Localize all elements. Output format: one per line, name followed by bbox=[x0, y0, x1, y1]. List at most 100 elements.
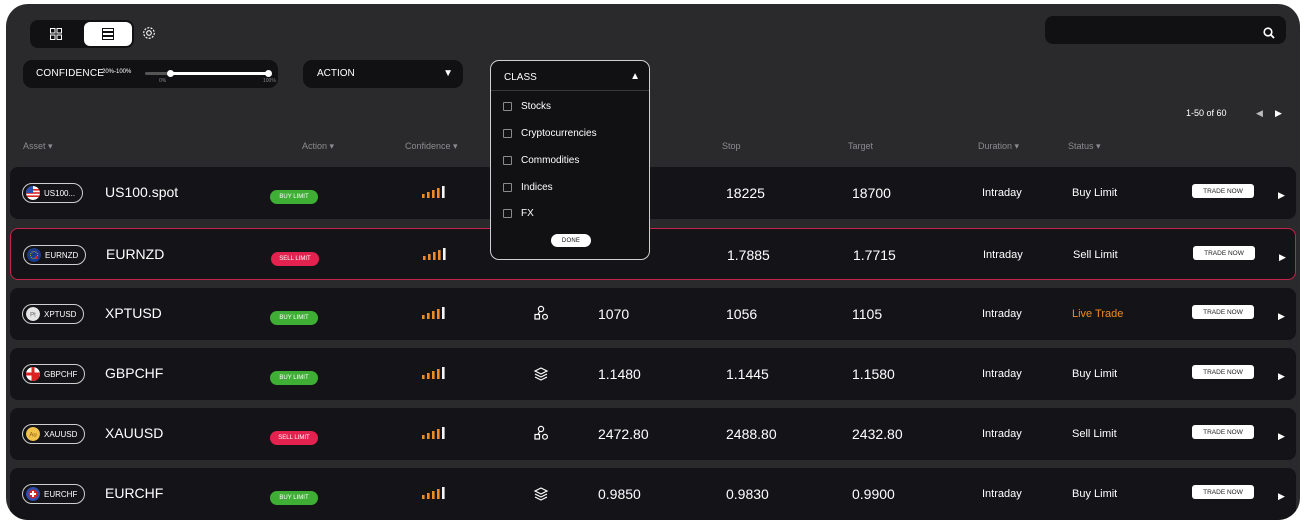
entry-value: 2472.80 bbox=[598, 426, 649, 442]
asset-name: XAUUSD bbox=[105, 425, 164, 441]
slider-min-label: 0% bbox=[159, 78, 167, 84]
status-value: Sell Limit bbox=[1072, 428, 1117, 440]
trade-now-button[interactable]: TRADE NOW bbox=[1193, 246, 1255, 260]
asset-chip[interactable]: EURNZD bbox=[23, 245, 87, 265]
confidence-slider-max-handle[interactable] bbox=[265, 70, 272, 77]
expand-arrow-icon[interactable]: ▶ bbox=[1278, 431, 1285, 442]
status-value: Buy Limit bbox=[1072, 488, 1118, 500]
checkbox[interactable] bbox=[503, 101, 512, 111]
checkbox[interactable] bbox=[503, 155, 512, 165]
option-label: FX bbox=[521, 207, 534, 219]
trade-now-button[interactable]: TRADE NOW bbox=[1192, 485, 1254, 499]
header-target[interactable]: Target bbox=[848, 141, 873, 151]
confidence-slider[interactable] bbox=[145, 70, 272, 77]
confidence-bars-icon bbox=[422, 487, 445, 499]
expand-arrow-icon[interactable]: ▶ bbox=[1278, 190, 1285, 201]
expand-arrow-icon[interactable]: ▶ bbox=[1279, 252, 1286, 263]
status-value: Sell Limit bbox=[1073, 249, 1118, 261]
grid-icon bbox=[50, 28, 62, 40]
asset-chip[interactable]: GBPCHF bbox=[22, 364, 86, 384]
settings-icon[interactable] bbox=[142, 26, 156, 40]
action-badge: BUY LIMIT bbox=[270, 190, 318, 204]
asset-chip[interactable]: Pt XPTUSD bbox=[22, 304, 85, 324]
class-filter-dropdown[interactable]: CLASS ▲ Stocks Cryptocurrencies Commodit… bbox=[490, 60, 650, 260]
entry-value: 0.9850 bbox=[598, 486, 641, 502]
class-option-indices[interactable]: Indices bbox=[503, 180, 553, 194]
stop-value: 0.9830 bbox=[726, 486, 769, 502]
confidence-bars-icon bbox=[422, 427, 445, 439]
action-badge: SELL LIMIT bbox=[271, 252, 319, 266]
asset-flag-icon: Au bbox=[26, 427, 40, 441]
table-row[interactable]: EURNZD EURNZD SELL LIMIT 1.7885 1.7715 Intrad… bbox=[10, 228, 1296, 280]
table-row[interactable]: EURCHF EURCHF BUY LIMIT 0.9850 0.9830 0.9900 I… bbox=[10, 468, 1296, 520]
grid-view-button[interactable] bbox=[32, 22, 80, 46]
asset-flag-icon bbox=[26, 186, 40, 200]
table-row[interactable]: US100... US100.spot BUY LIMIT 18225 18700 Int… bbox=[10, 167, 1296, 219]
asset-chip[interactable]: EURCHF bbox=[22, 484, 86, 504]
next-page-icon[interactable]: ▶ bbox=[1275, 108, 1282, 119]
header-stop[interactable]: Stop bbox=[722, 141, 741, 151]
asset-chip[interactable]: US100... bbox=[22, 183, 84, 203]
asset-ticker: EURNZD bbox=[45, 250, 79, 260]
class-option-cryptocurrencies[interactable]: Cryptocurrencies bbox=[503, 126, 597, 140]
trade-now-button[interactable]: TRADE NOW bbox=[1192, 425, 1254, 439]
confidence-label: CONFIDENCE bbox=[36, 68, 105, 79]
class-option-fx[interactable]: FX bbox=[503, 206, 534, 220]
stop-value: 1.7885 bbox=[727, 247, 770, 263]
table-row[interactable]: GBPCHF GBPCHF BUY LIMIT 1.1480 1.1445 1.1580 I… bbox=[10, 348, 1296, 400]
search-icon[interactable] bbox=[1262, 26, 1276, 40]
list-view-button[interactable] bbox=[84, 22, 132, 46]
duration-value: Intraday bbox=[982, 187, 1022, 199]
table-row[interactable]: Au XAUUSD XAUUSD SELL LIMIT 2472.80 2488.80 24… bbox=[10, 408, 1296, 460]
divider bbox=[491, 90, 649, 91]
list-icon bbox=[102, 28, 114, 40]
asset-name: EURCHF bbox=[105, 485, 164, 501]
asset-ticker: XAUUSD bbox=[44, 429, 78, 439]
asset-chip[interactable]: Au XAUUSD bbox=[22, 424, 86, 444]
checkbox[interactable] bbox=[503, 128, 512, 138]
status-value: Buy Limit bbox=[1072, 187, 1118, 199]
confidence-slider-min-handle[interactable] bbox=[166, 70, 174, 77]
header-status[interactable]: Status ▾ bbox=[1068, 141, 1101, 152]
asset-ticker: GBPCHF bbox=[44, 369, 78, 379]
asset-flag-icon bbox=[27, 248, 41, 262]
stop-value: 1.1445 bbox=[726, 366, 769, 382]
asset-flag-icon: Pt bbox=[26, 307, 40, 321]
duration-value: Intraday bbox=[982, 368, 1022, 380]
class-filter-label: CLASS bbox=[504, 72, 537, 83]
header-action[interactable]: Action ▾ bbox=[302, 141, 334, 152]
fx-icon bbox=[533, 485, 549, 501]
asset-flag-icon bbox=[26, 487, 40, 501]
checkbox[interactable] bbox=[503, 182, 512, 192]
confidence-filter[interactable]: CONFIDENCE 20%-100% 0% 100% bbox=[23, 60, 278, 88]
checkbox[interactable] bbox=[503, 208, 512, 218]
class-option-commodities[interactable]: Commodities bbox=[503, 153, 579, 167]
action-filter-label: ACTION bbox=[317, 68, 355, 79]
table-row[interactable]: Pt XPTUSD XPTUSD BUY LIMIT 1070 1056 1105 Intra… bbox=[10, 288, 1296, 340]
confidence-bars-icon bbox=[422, 367, 445, 379]
trade-now-button[interactable]: TRADE NOW bbox=[1192, 365, 1254, 379]
asset-name: US100.spot bbox=[105, 184, 179, 200]
prev-page-icon[interactable]: ◀ bbox=[1256, 108, 1263, 119]
slider-max-label: 100% bbox=[263, 78, 276, 84]
entry-value: 1.1480 bbox=[598, 366, 641, 382]
search-input[interactable] bbox=[1045, 16, 1286, 44]
expand-arrow-icon[interactable]: ▶ bbox=[1278, 491, 1285, 502]
entry-value: 1070 bbox=[598, 306, 630, 322]
header-asset[interactable]: Asset ▾ bbox=[23, 141, 53, 152]
expand-arrow-icon[interactable]: ▶ bbox=[1278, 371, 1285, 382]
stop-value: 1056 bbox=[726, 306, 758, 322]
action-badge: BUY LIMIT bbox=[270, 311, 318, 325]
target-value: 2432.80 bbox=[852, 426, 903, 442]
status-value: Live Trade bbox=[1072, 308, 1124, 320]
header-duration[interactable]: Duration ▾ bbox=[978, 141, 1019, 152]
action-filter-dropdown[interactable]: ACTION ▼ bbox=[303, 60, 463, 88]
done-button[interactable]: DONE bbox=[551, 234, 591, 247]
trade-now-button[interactable]: TRADE NOW bbox=[1192, 184, 1254, 198]
header-confidence[interactable]: Confidence ▾ bbox=[405, 141, 458, 152]
caret-up-icon[interactable]: ▲ bbox=[630, 71, 640, 82]
class-option-stocks[interactable]: Stocks bbox=[503, 99, 551, 113]
expand-arrow-icon[interactable]: ▶ bbox=[1278, 311, 1285, 322]
trade-now-button[interactable]: TRADE NOW bbox=[1192, 305, 1254, 319]
pagination-text: 1-50 of 60 bbox=[1186, 108, 1227, 118]
